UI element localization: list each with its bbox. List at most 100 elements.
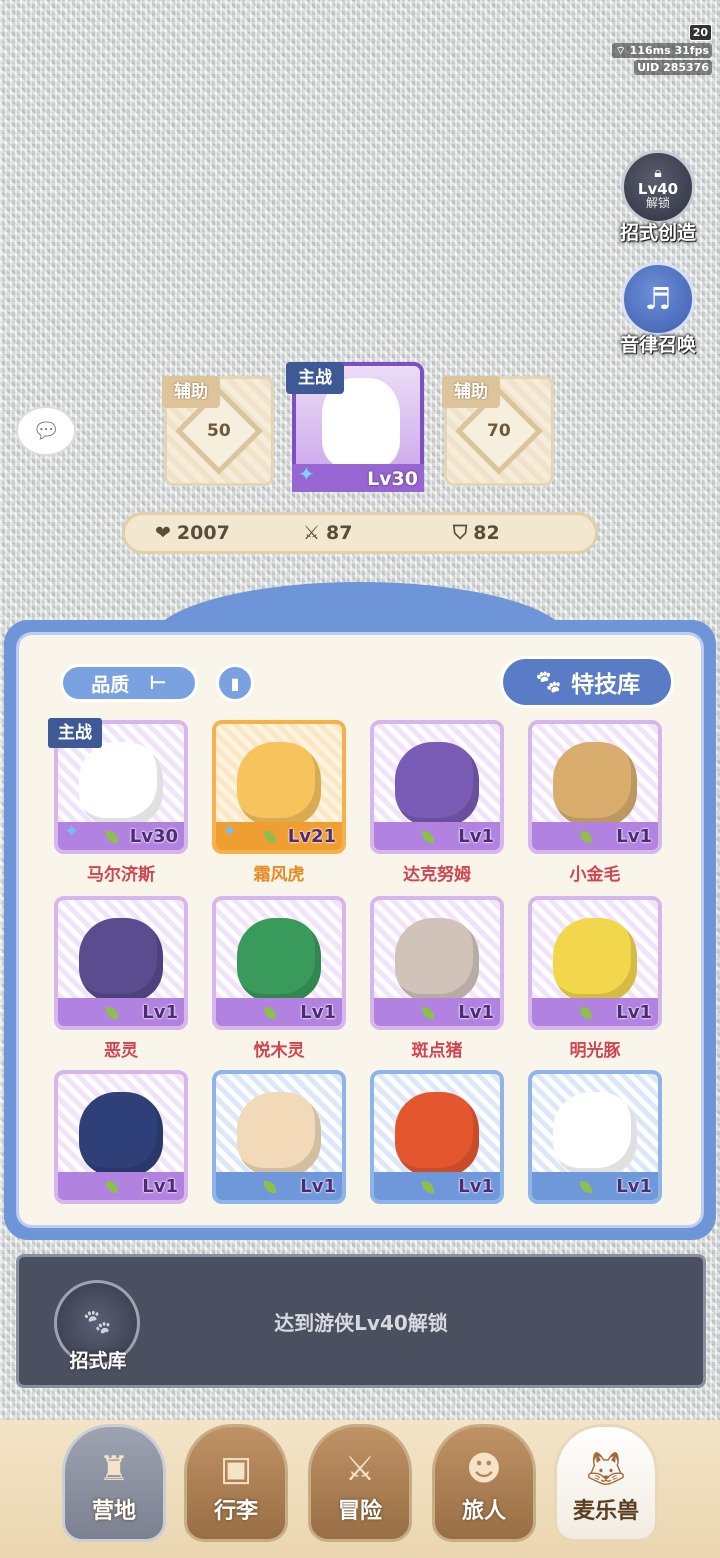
pet-portrait: Lv1 bbox=[370, 1070, 504, 1204]
nav-camp-label: 营地 bbox=[91, 1499, 136, 1524]
pet-card[interactable]: Lv1 小金毛 bbox=[528, 720, 662, 885]
pet-name: 小金毛 bbox=[569, 865, 621, 885]
book-button[interactable]: ▮ bbox=[216, 664, 254, 702]
pet-creature bbox=[237, 1092, 321, 1177]
pet-name: 达克努姆 bbox=[403, 865, 471, 885]
paw-lock-icon: 🐾︎ bbox=[80, 1308, 114, 1338]
team-main-level: Lv30 bbox=[367, 468, 418, 490]
pet-level: Lv1 bbox=[458, 1002, 494, 1023]
pet-creature bbox=[237, 742, 321, 827]
pet-creature bbox=[79, 742, 163, 827]
team-right-tag: 辅助 bbox=[442, 376, 500, 408]
heart-icon: ❤ bbox=[155, 522, 171, 544]
paw-icon: 🐾︎ bbox=[533, 669, 564, 696]
chat-button[interactable]: 💬︎ bbox=[16, 406, 76, 456]
pet-creature bbox=[553, 1092, 637, 1177]
nav-adventure[interactable]: ⚔ 冒险 bbox=[308, 1424, 412, 1542]
status-overlay: 20 ⌔ 116ms 31fps UID 285376 bbox=[612, 24, 712, 80]
nav-bag-label: 行李 bbox=[213, 1499, 258, 1524]
pet-portrait: Lv1 bbox=[528, 720, 662, 854]
team-main-tag: 主战 bbox=[286, 362, 344, 394]
shield-icon: ⛉ bbox=[453, 522, 468, 544]
pet-card[interactable]: Lv1 bbox=[54, 1070, 188, 1204]
pet-creature bbox=[79, 1092, 163, 1177]
pet-portrait: Lv1 bbox=[370, 720, 504, 854]
nav-traveler[interactable]: ☻ 旅人 bbox=[432, 1424, 536, 1542]
pet-card[interactable]: Lv1 bbox=[212, 1070, 346, 1204]
quality-filter-label: 品质 bbox=[91, 673, 130, 696]
hp-value: 2007 bbox=[176, 522, 230, 544]
pet-level: Lv1 bbox=[142, 1002, 178, 1023]
pet-creature bbox=[395, 918, 479, 1003]
battery-indicator: 20 bbox=[688, 24, 712, 41]
pet-portrait: Lv1 bbox=[528, 896, 662, 1030]
skill-create-label: 招式创造 bbox=[619, 222, 696, 244]
fox-icon: 🦊︎ bbox=[584, 1449, 628, 1489]
skill-library-button[interactable]: 🐾︎ 特技库 bbox=[500, 656, 674, 708]
uid-text: UID 285376 bbox=[634, 60, 712, 75]
pet-level: Lv1 bbox=[616, 1002, 652, 1023]
pet-card[interactable]: Lv1 明光豚 bbox=[528, 896, 662, 1061]
chat-bubble-icon: 💬︎ bbox=[32, 418, 60, 444]
quality-filter-button[interactable]: 品质 ⊢ bbox=[60, 664, 198, 702]
team-slot-left[interactable]: 50 辅助 bbox=[162, 376, 274, 486]
pet-card[interactable]: Lv1 悦木灵 bbox=[212, 896, 346, 1061]
swords-icon: ⚔ bbox=[344, 1449, 376, 1489]
pet-portrait: Lv1 bbox=[54, 1070, 188, 1204]
sort-arrow-icon: ⊢ bbox=[149, 672, 167, 694]
pet-card[interactable]: Lv1 达克努姆 bbox=[370, 720, 504, 885]
skill-library-lock-label: 招式库 bbox=[69, 1350, 127, 1372]
team-left-tag: 辅助 bbox=[162, 376, 220, 408]
attack-value: 87 bbox=[326, 522, 353, 544]
traveler-icon: ☻ bbox=[466, 1449, 502, 1489]
pet-level: Lv21 bbox=[287, 826, 336, 847]
pet-portrait: Lv1 bbox=[54, 896, 188, 1030]
pet-name: 斑点猪 bbox=[411, 1041, 463, 1061]
pet-level: Lv1 bbox=[616, 1176, 652, 1197]
pet-level: Lv1 bbox=[458, 1176, 494, 1197]
pet-portrait: Lv1 bbox=[212, 1070, 346, 1204]
sparkle-icon: ✦ bbox=[222, 821, 238, 842]
pet-creature bbox=[237, 918, 321, 1003]
team-slot-main[interactable]: ✦ Lv30 主战 bbox=[286, 362, 424, 492]
nav-camp[interactable]: ♜ 营地 bbox=[62, 1424, 166, 1542]
nav-traveler-label: 旅人 bbox=[461, 1499, 506, 1524]
team-left-level: 50 bbox=[207, 420, 231, 441]
pet-portrait: Lv1 bbox=[212, 896, 346, 1030]
pet-card[interactable]: ✦ Lv21 霜风虎 bbox=[212, 720, 346, 885]
pet-portrait: ✦ Lv21 bbox=[212, 720, 346, 854]
pet-creature bbox=[79, 918, 163, 1003]
sparkle-icon: ✦ bbox=[298, 462, 315, 486]
pet-level: Lv1 bbox=[300, 1176, 336, 1197]
pet-level: Lv1 bbox=[300, 1002, 336, 1023]
team-slot-right[interactable]: 70 辅助 bbox=[442, 376, 554, 486]
pet-card[interactable]: Lv1 恶灵 bbox=[54, 896, 188, 1061]
nav-bag[interactable]: ▣ 行李 bbox=[184, 1424, 288, 1542]
castle-icon: ♜ bbox=[98, 1449, 130, 1489]
skill-create-level: Lv40 bbox=[637, 179, 679, 198]
pet-level: Lv1 bbox=[142, 1176, 178, 1197]
pet-card[interactable]: Lv1 斑点猪 bbox=[370, 896, 504, 1061]
pet-level: Lv1 bbox=[616, 826, 652, 847]
pet-card[interactable]: Lv1 bbox=[370, 1070, 504, 1204]
wifi-icon: ⌔ bbox=[615, 44, 626, 57]
team-right-level: 70 bbox=[487, 420, 511, 441]
skill-create-button[interactable]: 🔒︎ Lv40 解锁 招式创造 bbox=[610, 150, 706, 250]
summon-label: 音律召唤 bbox=[619, 334, 696, 356]
book-icon: ▮ bbox=[230, 673, 240, 693]
pet-portrait: Lv1 bbox=[370, 896, 504, 1030]
pet-level: Lv30 bbox=[129, 826, 178, 847]
sparkle-icon: ✦ bbox=[64, 821, 80, 842]
stats-bar: ❤ 2007 ⚔ 87 ⛉ 82 bbox=[122, 512, 598, 554]
backpack-icon: ▣ bbox=[219, 1449, 253, 1489]
crossed-swords-icon: ⚔ bbox=[303, 522, 321, 544]
pet-name: 恶灵 bbox=[104, 1041, 138, 1061]
pet-creature bbox=[395, 1092, 479, 1177]
nav-pets[interactable]: 🦊︎ 麦乐兽 bbox=[554, 1424, 658, 1542]
pet-card[interactable]: Lv1 bbox=[528, 1070, 662, 1204]
pet-creature bbox=[553, 742, 637, 827]
nav-pets-label: 麦乐兽 bbox=[572, 1499, 639, 1524]
summon-button[interactable]: ♬ 音律召唤 bbox=[610, 262, 706, 362]
skill-create-unlock: 解锁 bbox=[645, 195, 670, 210]
ping-text: 116ms bbox=[629, 44, 671, 57]
